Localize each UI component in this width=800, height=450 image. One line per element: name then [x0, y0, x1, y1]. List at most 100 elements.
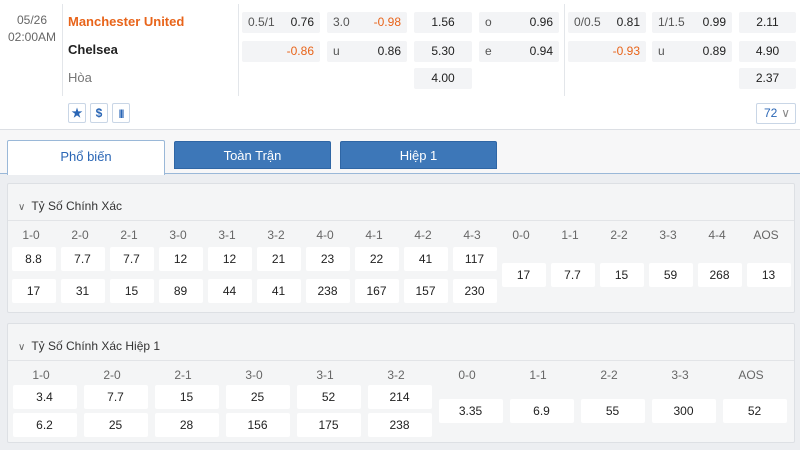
score-odds-draw[interactable]: 17 [501, 263, 546, 287]
ft-handicap-home[interactable]: 0.5/1 0.76 [242, 12, 320, 33]
score-odds-home[interactable]: 15 [154, 385, 219, 409]
h1-handicap-home[interactable]: 0/0.5 0.81 [568, 12, 646, 33]
score-odds-draw[interactable]: 55 [580, 399, 645, 423]
stats-bar-icon[interactable]: ||| [112, 103, 130, 123]
divider [8, 360, 794, 361]
ft-1x2-away[interactable]: 5.30 [414, 41, 472, 62]
odds-value: 2.37 [755, 71, 780, 85]
score-odds-home[interactable]: 25 [225, 385, 290, 409]
divider [238, 4, 239, 96]
section-header[interactable]: ∨ Tỷ Số Chính Xác [18, 199, 122, 213]
section-header[interactable]: ∨ Tỷ Số Chính Xác Hiệp 1 [18, 339, 160, 353]
score-label: 4-4 [708, 228, 726, 242]
score-label: 1-0 [22, 228, 40, 242]
score-odds-draw[interactable]: 7.7 [550, 263, 595, 287]
score-label: 1-1 [561, 228, 579, 242]
score-label: 3-3 [671, 368, 689, 382]
score-label: 4-0 [316, 228, 334, 242]
score-odds-home[interactable]: 12 [158, 247, 203, 271]
ft-1x2-home[interactable]: 1.56 [414, 12, 472, 33]
ft-over[interactable]: 3.0 -0.98 [327, 12, 407, 33]
score-odds-home[interactable]: 8.8 [11, 247, 56, 271]
h1-1x2-draw[interactable]: 2.37 [739, 68, 796, 89]
score-odds-away[interactable]: 89 [158, 279, 203, 303]
total-line: 3.0 [333, 15, 350, 29]
score-odds-home[interactable]: 22 [354, 247, 399, 271]
ft-under[interactable]: u 0.86 [327, 41, 407, 62]
score-odds-away[interactable]: 238 [305, 279, 350, 303]
odds-value: 1.56 [431, 15, 455, 29]
score-odds-away[interactable]: 156 [225, 413, 290, 437]
score-odds-home[interactable]: 3.4 [12, 385, 77, 409]
team-home: Manchester United [68, 14, 185, 29]
score-odds-home[interactable]: 21 [256, 247, 301, 271]
under-label: u [658, 44, 665, 58]
score-odds-draw[interactable]: 6.9 [509, 399, 574, 423]
score-odds-draw[interactable]: 3.35 [438, 399, 503, 423]
match-date: 05/26 [16, 13, 48, 27]
favorite-star-icon[interactable]: ★ [68, 103, 86, 123]
score-odds-home[interactable]: 214 [367, 385, 432, 409]
score-odds-away[interactable]: 238 [367, 413, 432, 437]
score-label: 3-1 [316, 368, 334, 382]
score-odds-away[interactable]: 175 [296, 413, 361, 437]
odds-value: 0.76 [290, 15, 314, 29]
score-odds-away[interactable]: 230 [452, 279, 497, 303]
score-odds-home[interactable]: 12 [207, 247, 252, 271]
ft-handicap-away[interactable]: -0.86 [242, 41, 320, 62]
tab-pho-bien[interactable]: Phổ biến [7, 140, 165, 175]
score-odds-draw[interactable]: 52 [722, 399, 787, 423]
score-odds-away[interactable]: 167 [354, 279, 399, 303]
h1-1x2-home[interactable]: 2.11 [739, 12, 796, 33]
divider [8, 220, 794, 221]
score-odds-home[interactable]: 117 [452, 247, 497, 271]
h1-over[interactable]: 1/1.5 0.99 [652, 12, 732, 33]
score-odds-home[interactable]: 52 [296, 385, 361, 409]
under-label: u [333, 44, 340, 58]
score-odds-away[interactable]: 6.2 [12, 413, 77, 437]
handicap-line: 0/0.5 [574, 15, 601, 29]
score-odds-away[interactable]: 44 [207, 279, 252, 303]
tab-toan-tran[interactable]: Toàn Trận [174, 141, 331, 169]
more-markets-button[interactable]: 72 ∨ [756, 103, 796, 124]
odds-value: 0.99 [702, 15, 726, 29]
score-odds-away[interactable]: 157 [403, 279, 448, 303]
h1-1x2-away[interactable]: 4.90 [739, 41, 796, 62]
correct-score-ft-section: ∨ Tỷ Số Chính Xác 1-0 8.8 17 2-0 7.7 31 2-1 7.7 1… [7, 183, 795, 313]
score-odds-away[interactable]: 17 [11, 279, 56, 303]
h1-handicap-away[interactable]: -0.93 [568, 41, 646, 62]
score-odds-home[interactable]: 7.7 [109, 247, 154, 271]
ft-odd[interactable]: o 0.96 [479, 12, 559, 33]
score-odds-draw[interactable]: 268 [697, 263, 742, 287]
score-label: AOS [738, 368, 764, 382]
score-odds-draw[interactable]: 59 [648, 263, 693, 287]
odds-value: 5.30 [431, 44, 455, 58]
score-odds-home[interactable]: 7.7 [60, 247, 105, 271]
score-odds-away[interactable]: 41 [256, 279, 301, 303]
match-time: 05/26 02:00AM [6, 12, 58, 46]
h1-under[interactable]: u 0.89 [652, 41, 732, 62]
score-odds-away[interactable]: 25 [83, 413, 148, 437]
correct-score-h1-section: ∨ Tỷ Số Chính Xác Hiệp 1 1-0 3.4 6.2 2-0 7.7 2… [7, 323, 795, 443]
even-label: e [485, 44, 492, 58]
score-odds-home[interactable]: 41 [403, 247, 448, 271]
score-odds-home[interactable]: 7.7 [83, 385, 148, 409]
ft-1x2-draw[interactable]: 4.00 [414, 68, 472, 89]
tab-hiep-1[interactable]: Hiệp 1 [340, 141, 497, 169]
score-odds-away[interactable]: 15 [109, 279, 154, 303]
score-odds-away[interactable]: 31 [60, 279, 105, 303]
score-label: 3-1 [218, 228, 236, 242]
odds-value: 4.90 [755, 44, 780, 58]
match-row: 05/26 02:00AM Manchester United Chelsea … [0, 0, 800, 130]
score-odds-draw[interactable]: 15 [599, 263, 644, 287]
odds-value: -0.86 [286, 44, 314, 58]
ft-even[interactable]: e 0.94 [479, 41, 559, 62]
divider [564, 4, 565, 96]
score-odds-away[interactable]: 28 [154, 413, 219, 437]
score-odds-home[interactable]: 23 [305, 247, 350, 271]
score-odds-draw[interactable]: 13 [746, 263, 791, 287]
match-kickoff: 02:00AM [7, 30, 57, 44]
score-odds-draw[interactable]: 300 [651, 399, 716, 423]
section-title: Tỷ Số Chính Xác [31, 199, 123, 213]
dollar-icon[interactable]: $ [90, 103, 108, 123]
